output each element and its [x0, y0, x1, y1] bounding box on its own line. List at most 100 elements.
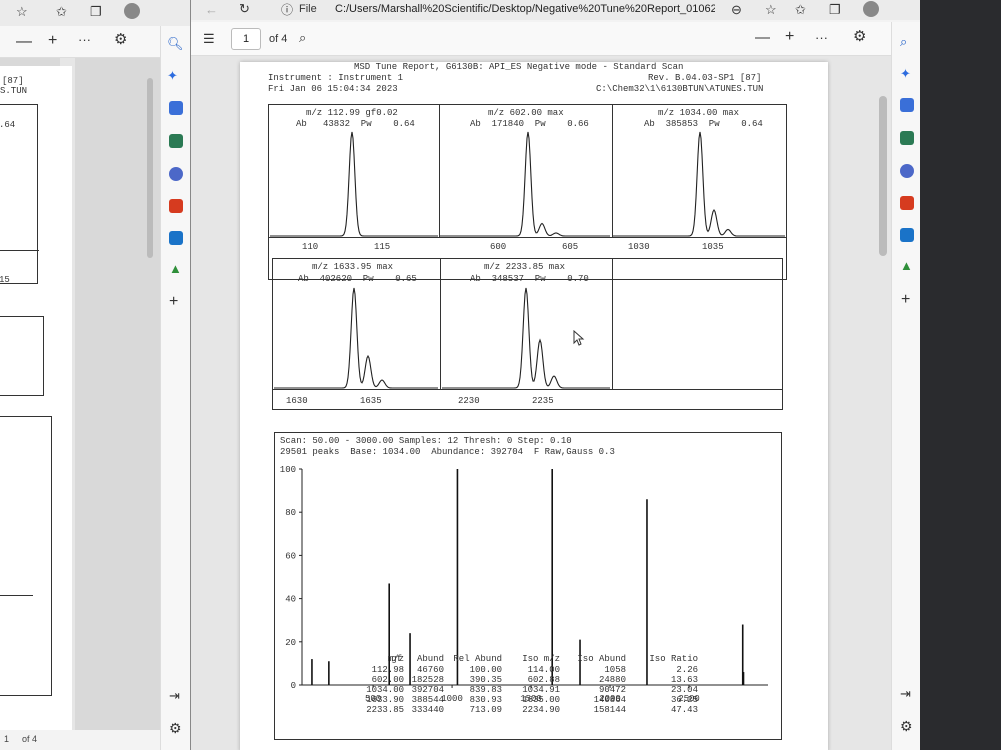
table-cell: 1058 [604, 665, 626, 675]
tree-icon[interactable]: ▲ [169, 261, 182, 277]
edge-sidebar: ⌕ ✦ ▲ + ⇥ ⚙ [891, 22, 921, 750]
add-icon[interactable]: + [901, 292, 910, 308]
scan-info-line2: 29501 peaks Base: 1034.00 Abundance: 392… [280, 447, 615, 457]
table-cell: 46760 [416, 665, 444, 675]
panel-tick: 2230 [458, 396, 480, 406]
panel-ab-label: Ab 402620 Pw 0.65 [298, 274, 417, 284]
table-cell: 2.26 [676, 665, 698, 675]
y-tick-label: 100 [280, 465, 296, 475]
mouse-cursor-icon [573, 330, 585, 346]
panel-tick: 110 [302, 242, 319, 252]
table-cell: 602.00 [371, 675, 404, 685]
table-header: m/z gf Abund Rel Abund Iso m/z Iso Abund Iso R… [368, 654, 698, 665]
outlook-icon[interactable] [169, 231, 183, 245]
panel-mz-label: m/z 2233.85 max [484, 262, 566, 272]
people-icon[interactable] [169, 167, 183, 181]
more-button[interactable]: ··· [815, 30, 828, 46]
collections-icon[interactable]: ❐ [90, 4, 102, 20]
zoom-icon[interactable]: ⊖ [731, 2, 742, 18]
contents-icon[interactable]: ☰ [203, 31, 215, 47]
sidebar-settings-icon[interactable]: ⚙ [900, 718, 913, 734]
table-cell: 388544 [411, 695, 444, 705]
left-title-bar: ☆ ✩ ❐ [0, 0, 190, 26]
people-icon[interactable] [900, 164, 914, 178]
panel-ab-label: Ab 171840 Pw 0.66 [470, 119, 589, 129]
settings-icon[interactable]: ⚙ [114, 32, 127, 48]
table-cell: 100.00 [469, 665, 502, 675]
profile-icon[interactable] [863, 1, 879, 17]
profile-icon[interactable] [124, 3, 140, 19]
left-panel [0, 416, 52, 696]
table-cell: 2233.85 [366, 705, 404, 715]
search-icon[interactable]: 🔍︎ [167, 36, 184, 52]
tools-icon[interactable] [900, 131, 914, 145]
y-tick-label: 0 [291, 681, 296, 691]
table-cell: Iso m/z [522, 654, 560, 664]
tag-icon[interactable] [900, 98, 914, 112]
table-cell: 140864 [593, 695, 626, 705]
favorites-icon[interactable]: ✩ [795, 2, 806, 18]
scan-info-line1: Scan: 50.00 - 3000.00 Samples: 12 Thresh… [280, 436, 572, 446]
tools-icon[interactable] [169, 134, 183, 148]
zoom-out-button[interactable]: — [755, 30, 770, 46]
zoom-out-icon[interactable]: — [16, 34, 32, 50]
office-icon[interactable] [900, 196, 914, 210]
sidebar-toggle-icon[interactable]: ⇥ [900, 686, 911, 702]
sidebar-settings-icon[interactable]: ⚙ [169, 720, 182, 736]
panel-tick: 605 [562, 242, 579, 252]
favorite-icon[interactable]: ☆ [765, 2, 777, 18]
table-cell: Iso Abund [577, 654, 626, 664]
left-text-fragment: .64 [0, 120, 16, 130]
address-bar[interactable]: ← ↻ ⓘ File C:/Users/Marshall%20Scientifi… [191, 0, 921, 20]
copilot-icon[interactable]: ✦ [167, 68, 178, 84]
file-label: File [299, 3, 317, 15]
url-text[interactable]: C:/Users/Marshall%20Scientific/Desktop/N… [335, 3, 715, 15]
tag-icon[interactable] [169, 101, 183, 115]
main-scrollbar[interactable] [879, 96, 887, 256]
table-cell: 2234.90 [522, 705, 560, 715]
y-tick-label: 60 [285, 551, 296, 561]
find-icon[interactable]: ⌕ [299, 30, 306, 46]
table-cell: 112.98 [371, 665, 404, 675]
zoom-in-icon[interactable]: + [48, 33, 57, 49]
page-number-value: 1 [243, 33, 250, 45]
left-page-number: 1 [4, 734, 10, 744]
y-tick-label: 20 [285, 638, 296, 648]
zoom-in-button[interactable]: + [785, 29, 794, 45]
favorite-icon[interactable]: ☆ [16, 4, 28, 20]
tree-icon[interactable]: ▲ [900, 258, 913, 274]
collections-icon[interactable]: ❐ [829, 2, 841, 18]
page-number-input[interactable]: 1 [231, 28, 261, 50]
tune-peak-trace [270, 131, 438, 237]
table-cell: 36.25 [670, 695, 698, 705]
favorites-icon[interactable]: ✩ [56, 4, 67, 20]
left-page: [87] S.TUN .64 15 [0, 66, 72, 746]
outlook-icon[interactable] [900, 228, 914, 242]
left-browser-window: ☆ ✩ ❐ — + ··· ⚙ [87] S.TUN .64 15 1 of 4… [0, 0, 190, 750]
table-cell: 23.04 [670, 685, 698, 695]
panel-tick: 1030 [628, 242, 650, 252]
copilot-icon[interactable]: ✦ [900, 66, 911, 82]
table-cell: Abund [416, 654, 444, 664]
back-icon[interactable]: ← [205, 2, 218, 18]
office-icon[interactable] [169, 199, 183, 213]
sidebar-toggle-icon[interactable]: ⇥ [169, 688, 180, 704]
left-scrollbar[interactable] [147, 78, 153, 258]
table-cell: 1633.90 [366, 695, 404, 705]
search-icon[interactable]: ⌕ [900, 34, 907, 50]
info-icon[interactable]: ⓘ [281, 2, 293, 18]
refresh-icon[interactable]: ↻ [239, 1, 250, 17]
table-cell: 182528 [411, 675, 444, 685]
tune-peak-trace [274, 287, 438, 389]
add-icon[interactable]: + [169, 294, 178, 310]
settings-icon[interactable]: ⚙ [853, 29, 866, 45]
more-icon[interactable]: ··· [78, 32, 91, 48]
table-cell: 47.43 [670, 705, 698, 715]
panel-mz-label: m/z 1034.00 max [658, 108, 740, 118]
left-status-bar: 1 of 4 [0, 730, 160, 750]
panel-mz-label: m/z 1633.95 max [312, 262, 394, 272]
table-row: 2233.85 333440 713.09 2234.90 158144 47.43 [366, 705, 698, 716]
panel-tick: 600 [490, 242, 507, 252]
table-cell: 602.88 [527, 675, 560, 685]
table-cell: 90472 [598, 685, 626, 695]
